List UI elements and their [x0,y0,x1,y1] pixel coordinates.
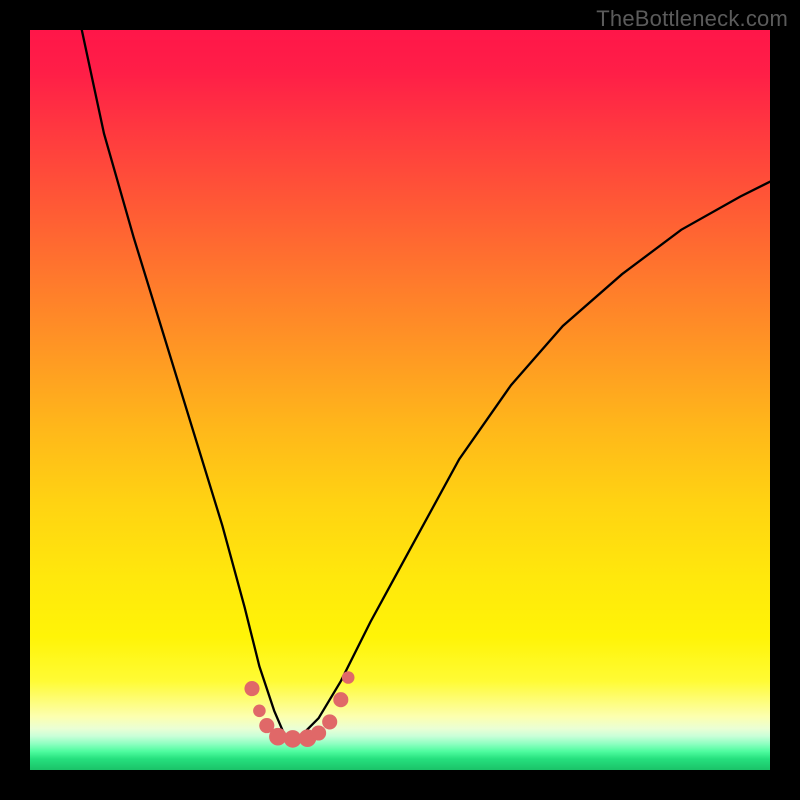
highlight-dot [244,681,259,696]
highlight-dot [269,728,287,746]
outer-frame: TheBottleneck.com [0,0,800,800]
highlight-dot [333,692,348,707]
bottleneck-curve [82,30,770,737]
watermark-text: TheBottleneck.com [596,6,788,32]
highlight-dot [311,725,326,740]
highlight-dots [244,671,354,748]
highlight-dot [322,714,337,729]
plot-area [30,30,770,770]
curve-layer [30,30,770,770]
highlight-dot [342,671,355,684]
highlight-dot [253,705,266,718]
